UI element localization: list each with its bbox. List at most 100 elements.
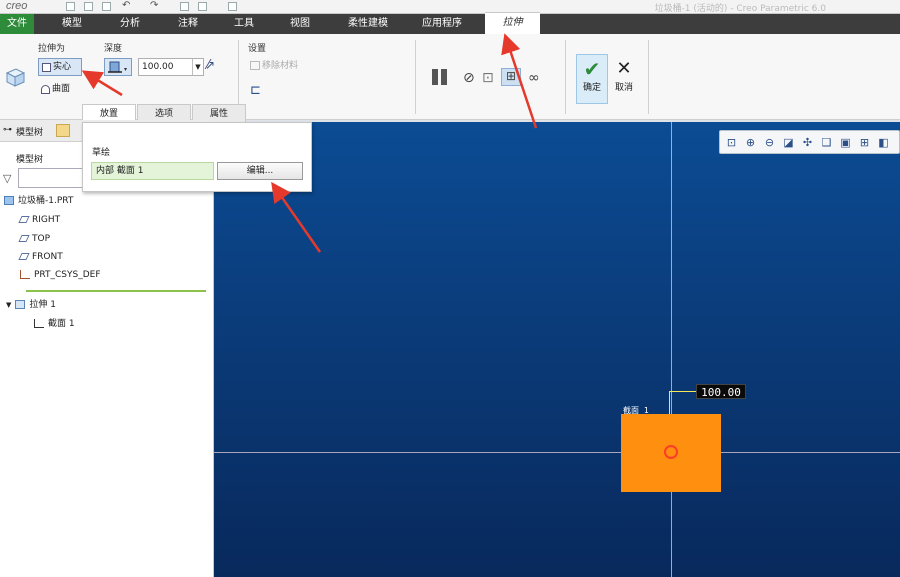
menu-bar: 文件 模型 分析 注释 工具 视图 柔性建模 应用程序 拉伸 bbox=[0, 12, 900, 34]
save-icon[interactable] bbox=[102, 2, 111, 11]
dimension-leader bbox=[669, 391, 670, 414]
placement-panel: 草绘 内部 截面 1 编辑... bbox=[82, 122, 312, 192]
blind-depth-icon: ▾ bbox=[108, 61, 127, 73]
cancel-button[interactable]: ✕ 取消 bbox=[610, 54, 638, 104]
extrude-cube-icon bbox=[5, 68, 26, 87]
divider bbox=[415, 40, 416, 114]
solid-icon bbox=[42, 63, 51, 72]
redo-icon[interactable]: ↷ bbox=[150, 0, 158, 11]
remove-material-label: 移除材料 bbox=[262, 61, 299, 71]
dimension-leader bbox=[669, 391, 696, 392]
horizontal-reference-line bbox=[214, 452, 900, 453]
tree-item-extrude[interactable]: ▼ 拉伸 1 bbox=[6, 296, 56, 314]
divider bbox=[648, 40, 649, 114]
datum-plane-icon bbox=[18, 216, 30, 223]
close-icon: ✕ bbox=[616, 58, 632, 79]
tab-tools[interactable]: 工具 bbox=[216, 14, 272, 34]
settings-label: 设置 bbox=[248, 44, 267, 54]
tab-analysis[interactable]: 分析 bbox=[102, 14, 158, 34]
svg-text:▾: ▾ bbox=[124, 66, 127, 73]
expand-icon[interactable]: ▼ bbox=[6, 301, 11, 309]
tree-item-right[interactable]: RIGHT bbox=[18, 211, 61, 229]
tree-item-csys[interactable]: PRT_CSYS_DEF bbox=[20, 266, 101, 284]
depth-dimension[interactable]: 100.00 bbox=[696, 384, 746, 399]
origin-marker-icon bbox=[664, 445, 678, 459]
depth-type-dropdown[interactable]: ▾ bbox=[104, 58, 132, 76]
tab-view[interactable]: 视图 bbox=[272, 14, 328, 34]
window-icon[interactable] bbox=[198, 2, 207, 11]
tree-item-part[interactable]: 垃圾桶-1.PRT bbox=[4, 192, 73, 210]
repaint-icon[interactable]: ◪ bbox=[782, 136, 795, 149]
regenerate-icon[interactable] bbox=[180, 2, 189, 11]
extrude-as-label: 拉伸为 bbox=[38, 44, 66, 54]
depth-label: 深度 bbox=[104, 44, 123, 54]
vertical-reference-line bbox=[671, 122, 672, 577]
datum-plane-icon bbox=[18, 235, 30, 242]
surface-button[interactable]: 曲面 bbox=[38, 81, 82, 97]
surface-icon bbox=[41, 85, 50, 94]
tab-extrude[interactable]: 拉伸 bbox=[485, 12, 540, 34]
model-tree-tab-icon: ⊶ bbox=[3, 125, 12, 135]
remove-material-button[interactable]: 移除材料 bbox=[250, 58, 298, 71]
graphics-viewport[interactable]: ⊡ ⊕ ⊖ ◪ ✣ ❑ ▣ ⊞ ◧ 截面 1 100.00 bbox=[214, 122, 900, 577]
title-bar: creo ↶ ↷ 垃圾桶-1 (活动的) - Creo Parametric 6… bbox=[0, 0, 900, 14]
tab-annotate[interactable]: 注释 bbox=[160, 14, 216, 34]
change-direction-icon[interactable]: ↗ bbox=[205, 58, 215, 72]
creo-logo: creo bbox=[6, 0, 28, 12]
refit-icon[interactable]: ⊡ bbox=[725, 136, 738, 149]
preview-icon[interactable]: ⊞ bbox=[501, 68, 521, 86]
sketch-collector[interactable]: 内部 截面 1 bbox=[91, 162, 214, 180]
datum-plane-icon bbox=[18, 253, 30, 260]
datum-display-icon[interactable]: ◧ bbox=[877, 136, 890, 149]
thicken-sketch-icon[interactable]: ⊏ bbox=[250, 83, 261, 98]
view-manager-icon[interactable]: ⊞ bbox=[858, 136, 871, 149]
glasses-icon[interactable]: ∞ bbox=[528, 70, 540, 86]
tab-flexible-modeling[interactable]: 柔性建模 bbox=[332, 14, 404, 34]
filter-icon[interactable]: ▽ bbox=[3, 172, 11, 185]
open-file-icon[interactable] bbox=[84, 2, 93, 11]
divider bbox=[565, 40, 566, 114]
tab-applications[interactable]: 应用程序 bbox=[408, 14, 476, 34]
remove-material-icon bbox=[250, 61, 260, 70]
no-preview-icon[interactable]: ⊘ bbox=[463, 70, 475, 86]
new-file-icon[interactable] bbox=[66, 2, 75, 11]
datum-label: RIGHT bbox=[32, 215, 61, 225]
ok-label: 确定 bbox=[582, 83, 601, 93]
sketch-label: 草绘 bbox=[92, 148, 111, 158]
tree-item-top[interactable]: TOP bbox=[18, 230, 51, 248]
close-window-icon[interactable] bbox=[228, 2, 237, 11]
tab-model[interactable]: 模型 bbox=[44, 14, 100, 34]
check-icon: ✔ bbox=[583, 57, 601, 81]
spin-center-icon[interactable]: ✣ bbox=[801, 136, 814, 149]
tab-file[interactable]: 文件 bbox=[0, 14, 34, 34]
undo-icon[interactable]: ↶ bbox=[122, 0, 130, 11]
edit-sketch-button[interactable]: 编辑... bbox=[217, 162, 303, 180]
part-icon bbox=[4, 196, 14, 205]
datum-label: TOP bbox=[32, 234, 51, 244]
zoom-in-icon[interactable]: ⊕ bbox=[744, 136, 757, 149]
insert-here-divider bbox=[26, 290, 206, 292]
sketch-icon bbox=[34, 319, 44, 328]
graphics-toolbar: ⊡ ⊕ ⊖ ◪ ✣ ❑ ▣ ⊞ ◧ bbox=[719, 130, 900, 154]
depth-dropdown-arrow-icon[interactable]: ▼ bbox=[192, 59, 203, 75]
ok-button[interactable]: ✔ 确定 bbox=[576, 54, 608, 104]
tree-item-sketch[interactable]: 截面 1 bbox=[34, 315, 75, 333]
verify-icon[interactable]: ⊡ bbox=[482, 70, 494, 86]
saved-views-icon[interactable]: ▣ bbox=[839, 136, 852, 149]
solid-button[interactable]: 实心 bbox=[38, 58, 82, 76]
zoom-out-icon[interactable]: ⊖ bbox=[763, 136, 776, 149]
part-label: 垃圾桶-1.PRT bbox=[18, 196, 74, 206]
model-tree-header: 模型树 bbox=[16, 155, 44, 165]
divider bbox=[238, 40, 239, 114]
tree-item-front[interactable]: FRONT bbox=[18, 248, 63, 266]
surface-label: 曲面 bbox=[52, 84, 71, 94]
extrude-feature-label: 拉伸 1 bbox=[29, 300, 56, 310]
coordinate-system-icon bbox=[20, 270, 30, 279]
cancel-label: 取消 bbox=[614, 83, 633, 93]
datum-label: PRT_CSYS_DEF bbox=[34, 270, 101, 280]
tab-model-tree[interactable]: 模型树 bbox=[16, 125, 43, 138]
display-style-icon[interactable]: ❑ bbox=[820, 136, 833, 149]
pause-icon[interactable] bbox=[432, 69, 447, 88]
folder-browser-icon[interactable] bbox=[56, 124, 70, 137]
solid-label: 实心 bbox=[53, 62, 72, 72]
